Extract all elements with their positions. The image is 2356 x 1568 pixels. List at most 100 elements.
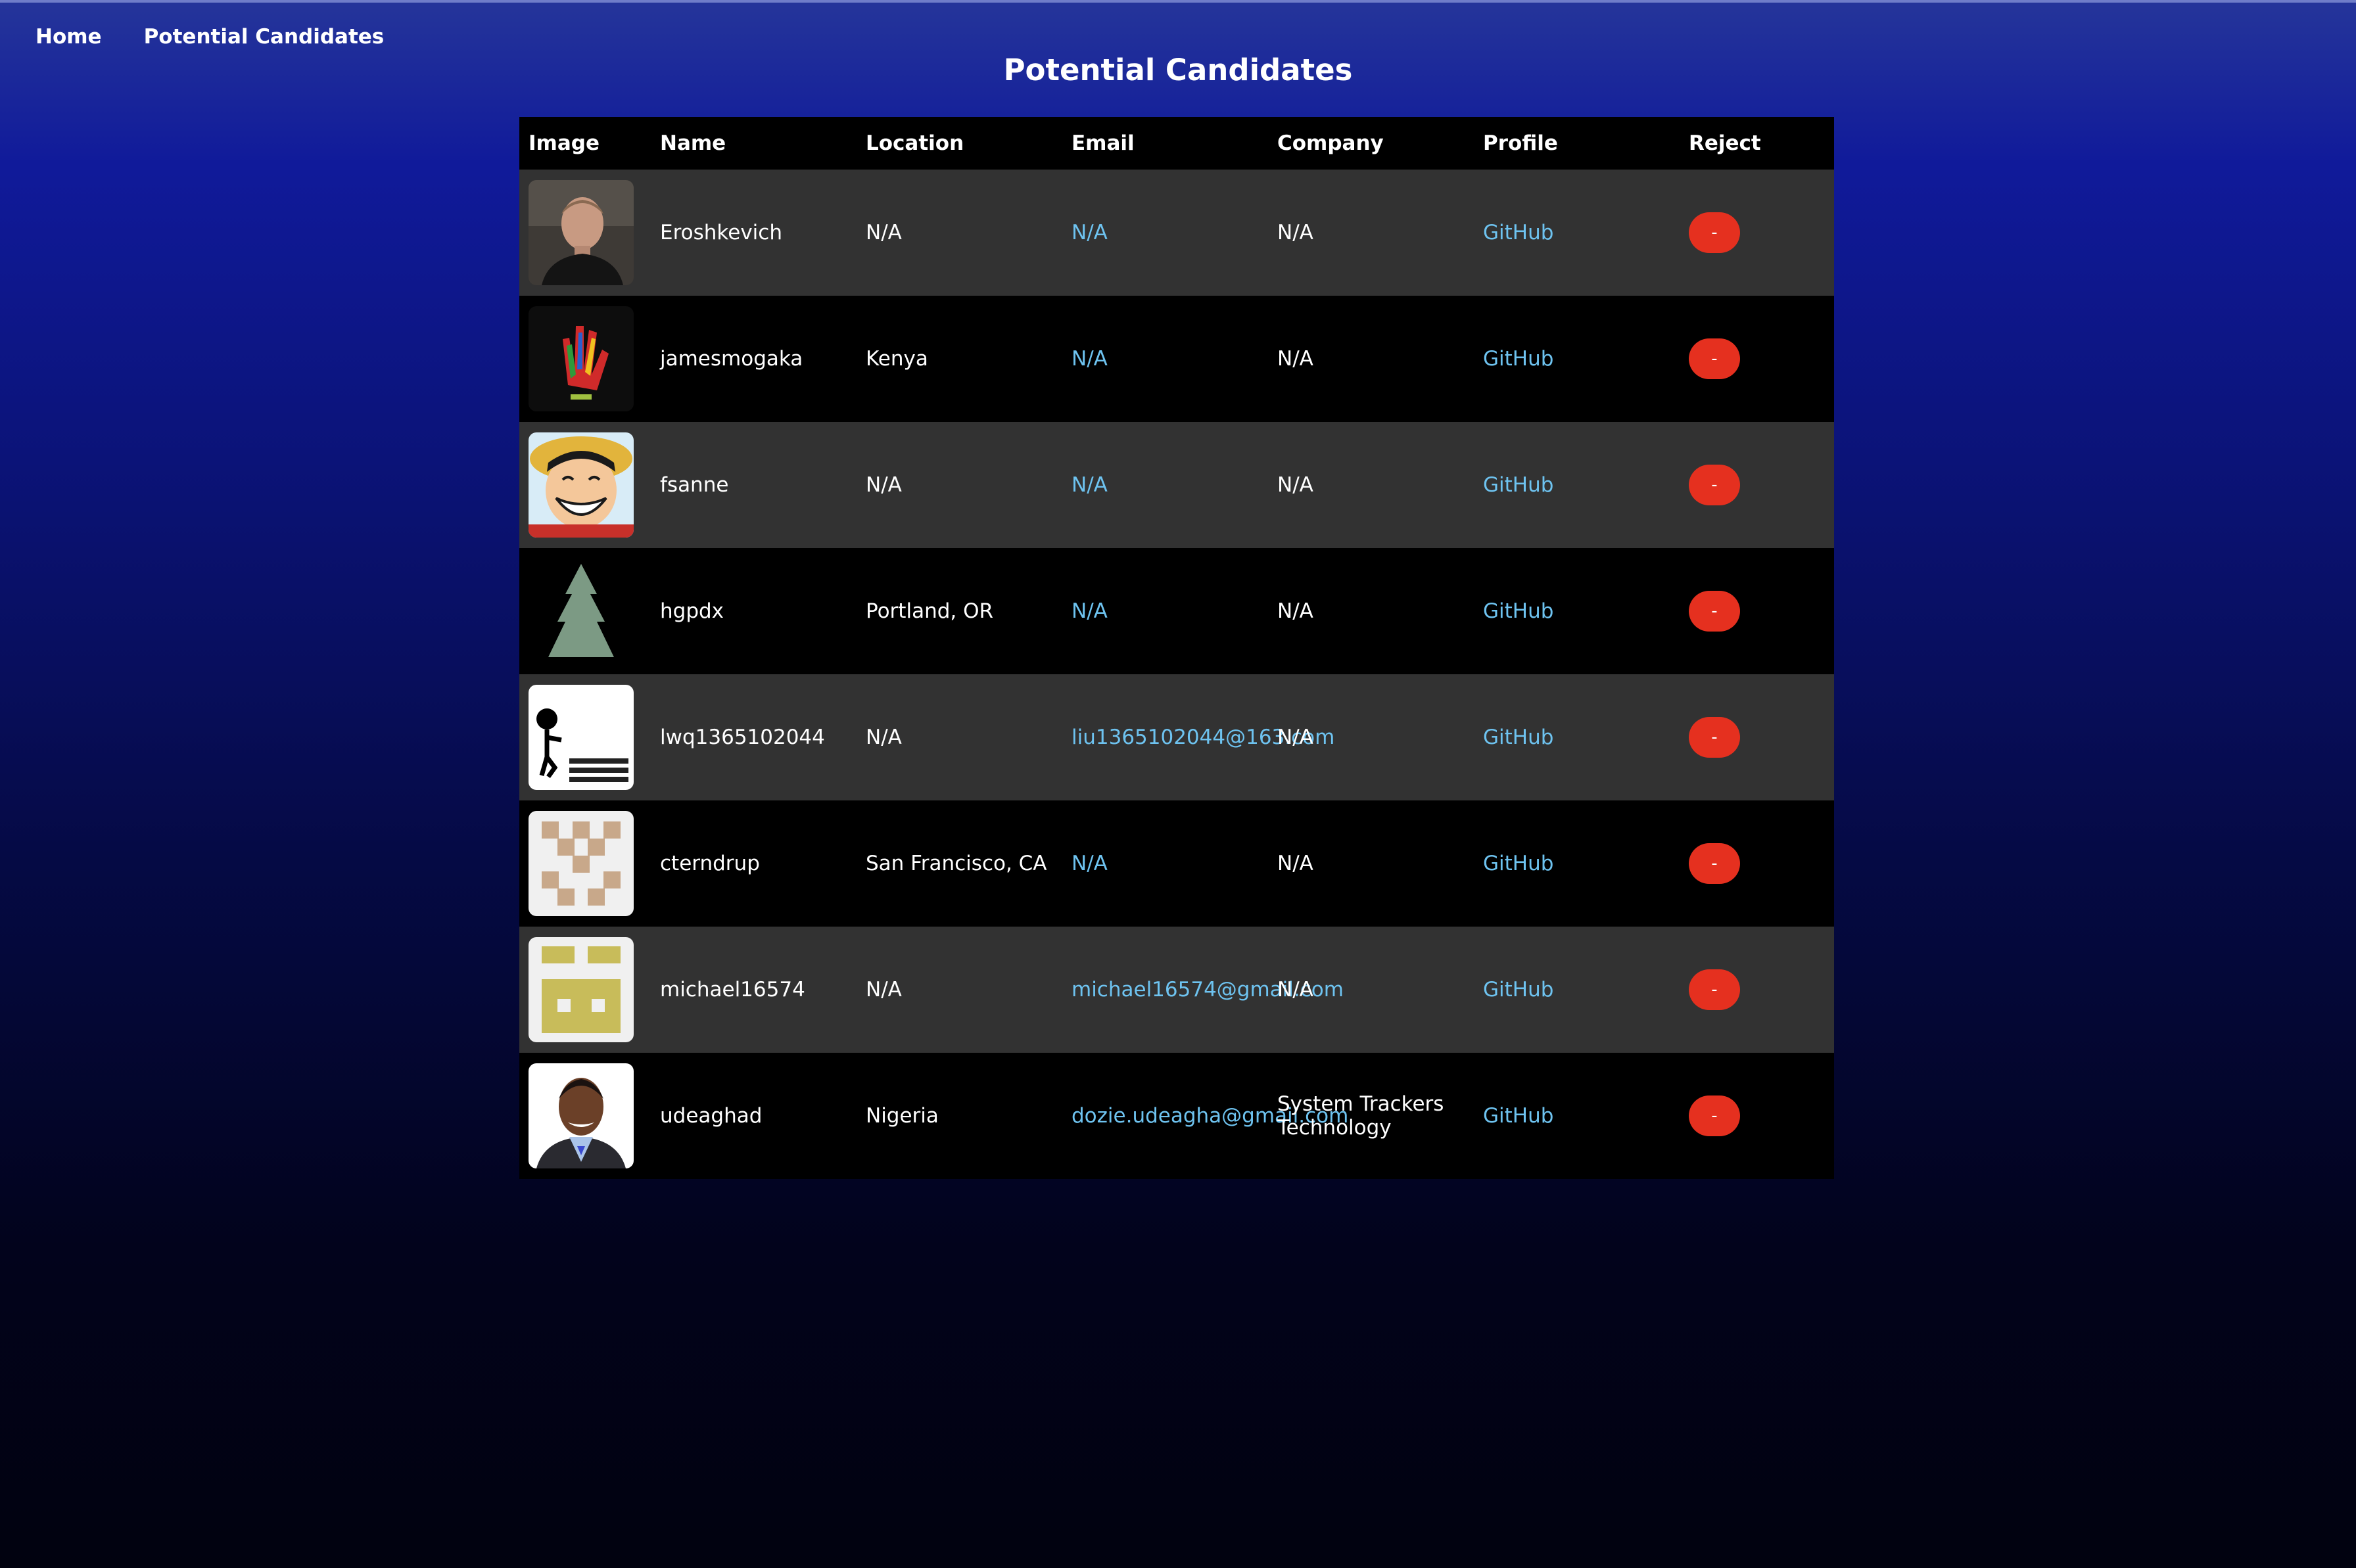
email-cell: N/A (1062, 800, 1268, 927)
location-cell: Kenya (866, 347, 928, 371)
avatar (529, 180, 634, 285)
reject-button[interactable]: - (1689, 843, 1740, 884)
profile-cell: GitHub (1474, 1053, 1680, 1179)
github-link[interactable]: GitHub (1483, 852, 1553, 875)
name-cell: Eroshkevich (660, 221, 782, 244)
table-row: lwq1365102044 N/A liu1365102044@163.com … (519, 674, 1834, 800)
company-cell: N/A (1277, 473, 1313, 497)
header-email: Email (1072, 131, 1135, 155)
email-cell: N/A (1062, 548, 1268, 674)
location-cell: N/A (866, 978, 902, 1002)
image-cell (519, 800, 651, 927)
profile-cell: GitHub (1474, 422, 1680, 548)
profile-cell: GitHub (1474, 927, 1680, 1053)
email-link[interactable]: N/A (1072, 347, 1108, 371)
reject-cell: - (1680, 548, 1834, 674)
table-row: michael16574 N/A michael16574@gmail.com … (519, 927, 1834, 1053)
table-row: jamesmogaka Kenya N/A N/A GitHub - (519, 296, 1834, 422)
header-company: Company (1277, 131, 1384, 155)
table-row: Eroshkevich N/A N/A N/A GitHub - (519, 170, 1834, 296)
avatar (529, 559, 634, 664)
reject-button[interactable]: - (1689, 1095, 1740, 1136)
reject-cell: - (1680, 170, 1834, 296)
name-cell: hgpdx (660, 599, 724, 623)
profile-cell: GitHub (1474, 674, 1680, 800)
reject-button[interactable]: - (1689, 717, 1740, 758)
company-cell: N/A (1277, 852, 1313, 875)
github-link[interactable]: GitHub (1483, 347, 1553, 371)
reject-cell: - (1680, 422, 1834, 548)
location-cell: Nigeria (866, 1104, 939, 1128)
candidates-table: Image Name Location Email Company Profil… (519, 117, 1834, 1179)
name-cell: michael16574 (660, 978, 805, 1002)
header-reject: Reject (1689, 131, 1761, 155)
profile-cell: GitHub (1474, 548, 1680, 674)
reject-cell: - (1680, 800, 1834, 927)
header-profile: Profile (1483, 131, 1558, 155)
avatar (529, 1063, 634, 1168)
table-row: cterndrup San Francisco, CA N/A N/A GitH… (519, 800, 1834, 927)
avatar (529, 432, 634, 538)
header-image: Image (529, 131, 600, 155)
reject-button[interactable]: - (1689, 465, 1740, 505)
nav-home-link[interactable]: Home (35, 25, 102, 49)
location-cell: San Francisco, CA (866, 852, 1047, 875)
reject-button[interactable]: - (1689, 591, 1740, 632)
top-border (0, 0, 2356, 3)
image-cell (519, 927, 651, 1053)
profile-cell: GitHub (1474, 296, 1680, 422)
company-cell: N/A (1277, 726, 1313, 749)
email-link[interactable]: N/A (1072, 221, 1108, 244)
reject-button[interactable]: - (1689, 969, 1740, 1010)
company-cell: N/A (1277, 221, 1313, 244)
image-cell (519, 296, 651, 422)
github-link[interactable]: GitHub (1483, 726, 1553, 749)
name-cell: udeaghad (660, 1104, 763, 1128)
nav-potential-candidates-link[interactable]: Potential Candidates (144, 25, 385, 49)
image-cell (519, 422, 651, 548)
reject-cell: - (1680, 674, 1834, 800)
company-cell: System Trackers Technology (1277, 1092, 1444, 1140)
github-link[interactable]: GitHub (1483, 473, 1553, 497)
table-row: hgpdx Portland, OR N/A N/A GitHub - (519, 548, 1834, 674)
location-cell: N/A (866, 473, 902, 497)
reject-cell: - (1680, 296, 1834, 422)
location-cell: N/A (866, 221, 902, 244)
email-link[interactable]: N/A (1072, 852, 1108, 875)
avatar (529, 811, 634, 916)
email-cell: N/A (1062, 170, 1268, 296)
location-cell: N/A (866, 726, 902, 749)
email-cell: N/A (1062, 422, 1268, 548)
profile-cell: GitHub (1474, 170, 1680, 296)
avatar (529, 937, 634, 1042)
reject-button[interactable]: - (1689, 212, 1740, 253)
github-link[interactable]: GitHub (1483, 978, 1553, 1002)
name-cell: lwq1365102044 (660, 726, 825, 749)
image-cell (519, 170, 651, 296)
main-nav: Home Potential Candidates (35, 25, 384, 49)
image-cell (519, 674, 651, 800)
avatar (529, 306, 634, 411)
name-cell: cterndrup (660, 852, 760, 875)
email-cell: liu1365102044@163.com (1062, 674, 1334, 800)
email-link[interactable]: N/A (1072, 599, 1108, 623)
email-link[interactable]: N/A (1072, 473, 1108, 497)
table-row: fsanne N/A N/A N/A GitHub - (519, 422, 1834, 548)
profile-cell: GitHub (1474, 800, 1680, 927)
github-link[interactable]: GitHub (1483, 221, 1553, 244)
table-header-row: Image Name Location Email Company Profil… (519, 117, 1834, 170)
header-name: Name (660, 131, 726, 155)
reject-cell: - (1680, 1053, 1834, 1179)
page-title: Potential Candidates (1003, 53, 1353, 87)
image-cell (519, 1053, 651, 1179)
company-cell: N/A (1277, 599, 1313, 623)
image-cell (519, 548, 651, 674)
company-cell: N/A (1277, 347, 1313, 371)
github-link[interactable]: GitHub (1483, 1104, 1553, 1128)
name-cell: fsanne (660, 473, 729, 497)
reject-button[interactable]: - (1689, 338, 1740, 379)
github-link[interactable]: GitHub (1483, 599, 1553, 623)
header-location: Location (866, 131, 964, 155)
table-row: udeaghad Nigeria dozie.udeagha@gmail.com… (519, 1053, 1834, 1179)
email-cell: michael16574@gmail.com (1062, 927, 1344, 1053)
